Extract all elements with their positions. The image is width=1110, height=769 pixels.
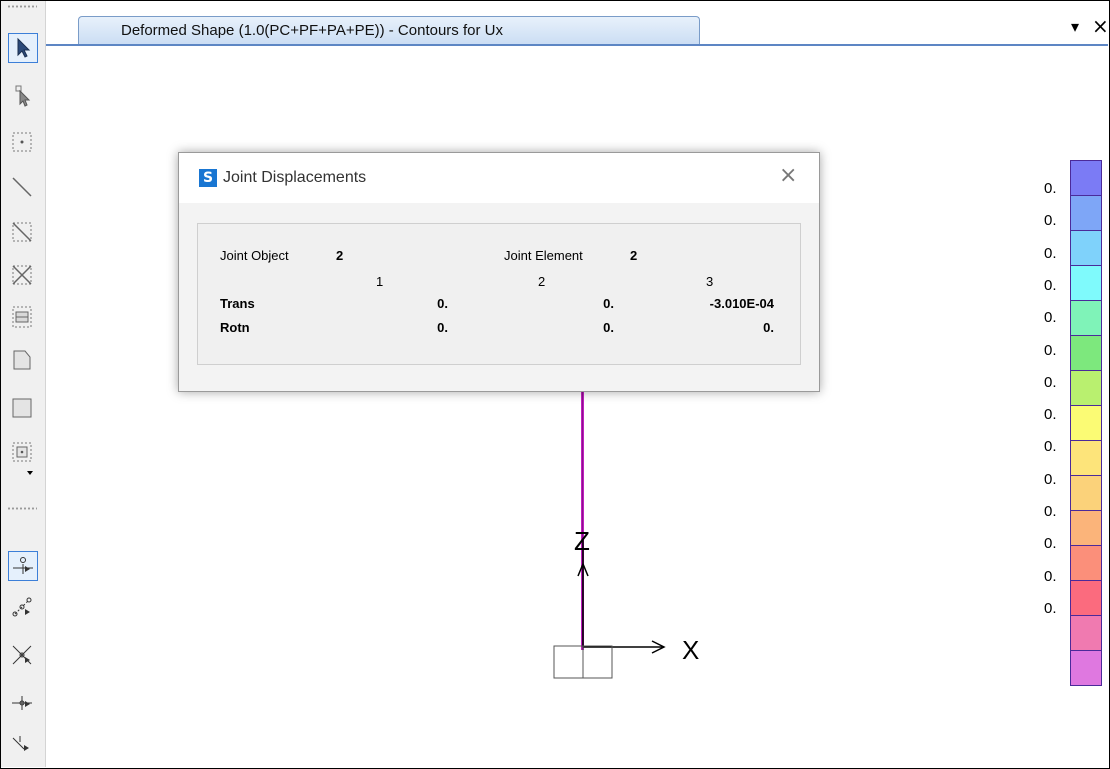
legend-value-label: 0. (1044, 438, 1057, 456)
displacements-panel: Joint Object 2 Joint Element 2 1 2 3 Tra… (197, 223, 801, 365)
snap-points-icon (12, 597, 32, 617)
draw-poly-area-icon (13, 350, 31, 370)
legend-swatch (1070, 300, 1102, 335)
tab-deformed-shape[interactable]: Deformed Shape (1.0(PC+PF+PA+PE)) - Cont… (78, 16, 700, 46)
tab-underline (46, 44, 1108, 46)
legend-value-label: 0. (1044, 309, 1057, 327)
snap-joints-tool-button[interactable] (8, 551, 38, 581)
legend-swatch (1070, 440, 1102, 475)
legend-value-label: 0. (1044, 341, 1057, 359)
window-close-icon[interactable]: × (1092, 14, 1109, 38)
global-axes-and-support (553, 540, 666, 679)
quick-draw-rect-icon (12, 442, 32, 462)
draw-joint-tool-button[interactable] (8, 128, 38, 158)
legend-value-label: 0. (1044, 470, 1057, 488)
joint-displacements-dialog: S Joint Displacements × Joint Object 2 J… (178, 152, 820, 392)
legend-value-label: 0. (1044, 406, 1057, 424)
draw-frame-icon (12, 177, 32, 197)
legend-value-label: 0. (1044, 503, 1057, 520)
snap-intersections-tool-button[interactable] (8, 641, 38, 671)
trans-value-3: -3.010E-04 (709, 296, 774, 311)
joint-object-value: 2 (336, 248, 344, 263)
legend-swatch (1070, 230, 1102, 265)
z-axis-label: Z (574, 526, 590, 556)
row-label-trans: Trans (220, 296, 255, 311)
legend-swatch (1070, 475, 1102, 510)
snap-lines-icon (12, 736, 29, 751)
legend-swatch (1070, 510, 1102, 545)
legend-value-label: 0. (1044, 180, 1057, 197)
joint-object-label: Joint Object (220, 248, 289, 263)
snap-intersections-icon (12, 645, 32, 665)
draw-frame-tool-button[interactable] (8, 173, 38, 203)
dialog-title: Joint Displacements (223, 169, 367, 186)
document-tabbar: Deformed Shape (1.0(PC+PF+PA+PE)) - Cont… (46, 1, 1109, 46)
draw-poly-area-tool-button[interactable] (8, 346, 38, 376)
column-header-1: 1 (376, 274, 384, 289)
draw-joint-icon (12, 132, 32, 152)
legend-value-label: 0. (1044, 373, 1057, 391)
column-header-3: 3 (706, 274, 714, 289)
legend-swatch (1070, 615, 1102, 650)
rotn-value-2: 0. (603, 320, 614, 335)
legend-swatch (1070, 195, 1102, 230)
snap-lines-tool-button[interactable] (8, 731, 38, 761)
joint-element-label: Joint Element (504, 248, 583, 263)
dialog-close-icon[interactable]: × (779, 163, 797, 188)
snap-perpendicular-tool-button[interactable] (8, 689, 38, 719)
quick-draw-frame-icon (12, 222, 32, 242)
column-header-2: 2 (538, 274, 546, 289)
toolbar-overflow-caret[interactable] (27, 471, 33, 475)
snap-points-tool-button[interactable] (8, 593, 38, 623)
legend-swatch (1070, 265, 1102, 300)
left-toolbar (1, 1, 46, 767)
draw-rect-area-icon (12, 398, 32, 418)
toolbar-grip-2[interactable] (7, 507, 37, 510)
snap-perpendicular-icon (12, 696, 32, 710)
contour-legend-bar (1070, 160, 1102, 686)
window-menu-dropdown-icon[interactable]: ▾ (1071, 17, 1079, 37)
pointer-tool-button[interactable] (8, 33, 38, 63)
draw-brace-icon (12, 265, 32, 285)
legend-value-label: 0. (1044, 244, 1057, 262)
legend-swatch (1070, 370, 1102, 405)
dialog-titlebar[interactable]: S Joint Displacements × (179, 153, 819, 203)
legend-value-label: 0. (1044, 535, 1057, 553)
toolbar-grip[interactable] (7, 5, 37, 8)
draw-rect-area-tool-button[interactable] (8, 394, 38, 424)
joint-element-value: 2 (630, 248, 638, 263)
x-axis-label: X (682, 635, 700, 665)
legend-swatch (1070, 580, 1102, 615)
trans-value-2: 0. (603, 296, 614, 311)
legend-value-label: 0. (1044, 212, 1057, 230)
draw-brace-tool-button[interactable] (8, 261, 38, 291)
legend-swatch (1070, 545, 1102, 580)
app-logo-icon: S (199, 169, 217, 187)
snap-joints-icon (13, 557, 33, 574)
tab-title: Deformed Shape (1.0(PC+PF+PA+PE)) - Cont… (121, 22, 503, 39)
reshaper-icon (15, 85, 31, 107)
legend-value-label: 0. (1044, 599, 1057, 617)
trans-value-1: 0. (437, 296, 448, 311)
rotn-value-1: 0. (437, 320, 448, 335)
quick-draw-rect-tool-button[interactable] (8, 438, 38, 468)
reshaper-tool-button[interactable] (8, 82, 38, 112)
quick-draw-area-icon (12, 306, 32, 328)
quick-draw-frame-tool-button[interactable] (8, 218, 38, 248)
legend-swatch (1070, 650, 1102, 686)
legend-value-label: 0. (1044, 567, 1057, 585)
legend-value-label: 0. (1044, 276, 1057, 294)
rotn-value-3: 0. (763, 320, 774, 335)
legend-swatch (1070, 335, 1102, 370)
legend-swatch (1070, 405, 1102, 440)
legend-swatch (1070, 160, 1102, 195)
pointer-icon (17, 37, 31, 58)
quick-draw-area-tool-button[interactable] (8, 303, 38, 333)
row-label-rotn: Rotn (220, 320, 250, 335)
